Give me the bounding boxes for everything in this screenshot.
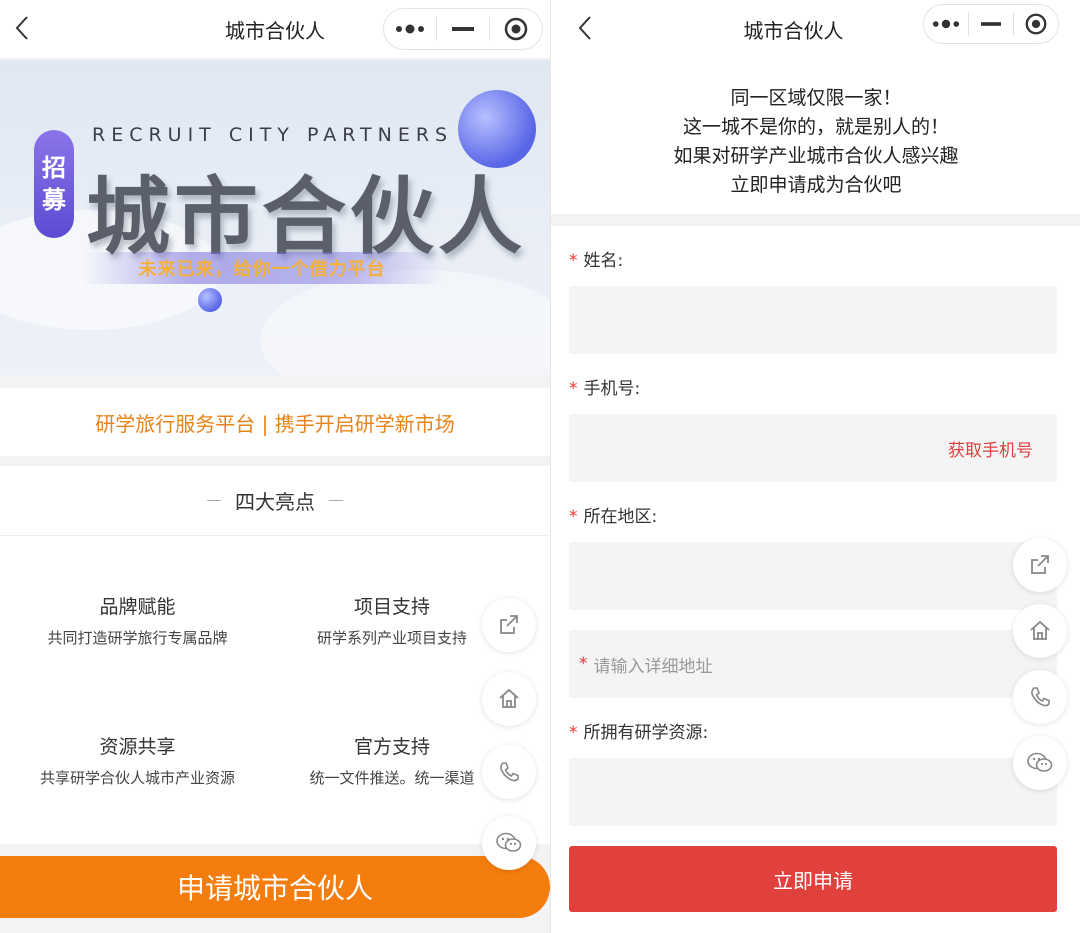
feature-desc: 共享研学合伙人城市产业资源 [39, 769, 235, 787]
home-icon[interactable] [482, 672, 536, 726]
pill-char: 募 [42, 186, 66, 214]
apply-partner-button[interactable]: 申请城市合伙人 [0, 856, 550, 918]
back-icon[interactable] [6, 12, 38, 44]
back-icon[interactable] [569, 12, 601, 44]
banner-subtitle: RECRUIT CITY PARTNERS [92, 124, 454, 146]
intro-line: 同一区域仅限一家！ [730, 87, 902, 109]
right-screen: 城市合伙人 同一区域仅限一家！ 这一城不是你的，就是别人的！ 如果对研学产业城市… [550, 0, 1080, 933]
page-title: 城市合伙人 [743, 18, 844, 43]
nav-bar: 城市合伙人 [551, 0, 1080, 58]
more-dots-icon[interactable] [384, 9, 436, 49]
feature-item: 品牌赋能 共同打造研学旅行专属品牌 [0, 592, 275, 648]
region-label: * 所在地区: [569, 507, 658, 527]
recruit-pill: 招 募 [34, 130, 74, 238]
apply-partner-label: 申请城市合伙人 [176, 872, 373, 905]
name-label: * 姓名: [569, 251, 624, 271]
banner-tagline: 未来已来，给你一个借力平台 [82, 252, 442, 284]
feature-title: 官方支持 [353, 736, 430, 758]
home-icon[interactable] [1013, 604, 1067, 658]
mini-program-capsule [383, 8, 543, 50]
get-phone-button[interactable]: 获取手机号 [948, 436, 1033, 461]
resources-label: * 所拥有研学资源: [569, 723, 709, 743]
close-target-icon[interactable] [490, 9, 542, 49]
recruit-banner: 招 募 RECRUIT CITY PARTNERS 城市合伙人 未来已来，给你一… [0, 60, 550, 375]
slogan-bar: 研学旅行服务平台 | 携手开启研学新市场 [0, 388, 550, 456]
phone-icon[interactable] [1013, 670, 1067, 724]
tagline-text: 未来已来，给你一个借力平台 [138, 259, 386, 280]
intro-line: 这一城不是你的，就是别人的！ [682, 116, 949, 138]
feature-title: 资源共享 [99, 736, 176, 758]
pill-char: 招 [42, 154, 66, 182]
more-dots-icon[interactable] [924, 5, 968, 43]
share-icon[interactable] [482, 598, 536, 652]
features-section: 四大亮点 品牌赋能 共同打造研学旅行专属品牌 项目支持 研学系列产业项目支持 资… [0, 466, 550, 844]
page-title: 城市合伙人 [225, 18, 325, 43]
feature-desc: 共同打造研学旅行专属品牌 [47, 629, 228, 647]
intro-line: 如果对研学产业城市合伙人感兴趣 [673, 145, 959, 167]
feature-item: 资源共享 共享研学合伙人城市产业资源 [0, 732, 275, 788]
mini-program-capsule [923, 4, 1059, 44]
submit-label: 立即申请 [773, 868, 853, 893]
nav-bar: 城市合伙人 [0, 0, 550, 58]
features-title: 四大亮点 [235, 490, 315, 514]
slogan-text: 研学旅行服务平台 | 携手开启研学新市场 [95, 411, 455, 436]
minimize-icon[interactable] [437, 9, 489, 49]
intro-text: 同一区域仅限一家！ 这一城不是你的，就是别人的！ 如果对研学产业城市合伙人感兴趣… [551, 68, 1080, 214]
share-icon[interactable] [1013, 538, 1067, 592]
intro-line: 立即申请成为合伙吧 [730, 174, 902, 196]
phone-input[interactable]: 获取手机号 [569, 414, 1057, 482]
name-input[interactable] [569, 286, 1057, 354]
address-input[interactable]: * 请输入详细地址 [569, 630, 1057, 698]
submit-button[interactable]: 立即申请 [569, 846, 1057, 912]
decor-ball-small [198, 288, 222, 312]
region-picker[interactable] [569, 542, 1057, 610]
feature-title: 品牌赋能 [99, 596, 176, 618]
resources-input[interactable] [569, 758, 1057, 826]
wechat-icon[interactable] [1013, 736, 1067, 790]
minimize-icon[interactable] [969, 5, 1013, 43]
features-heading: 四大亮点 [0, 466, 550, 536]
address-placeholder: 请输入详细地址 [593, 656, 713, 677]
close-target-icon[interactable] [1014, 5, 1058, 43]
phone-icon[interactable] [482, 745, 536, 799]
phone-label: * 手机号: [569, 379, 641, 399]
wechat-icon[interactable] [482, 816, 536, 870]
left-screen: 城市合伙人 招 募 RECRUIT CITY PARTNERS 城市合伙人 未来… [0, 0, 550, 933]
